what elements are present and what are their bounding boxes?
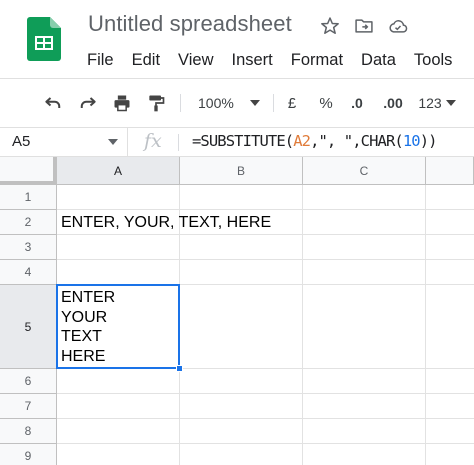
menu-view[interactable]: View [169,48,222,72]
formula-divider [178,134,179,151]
row-header-5[interactable]: 5 [0,285,57,369]
formula-token-plain: )) [419,132,438,150]
sheet-row[interactable] [57,185,474,210]
sheet-row[interactable] [57,394,474,419]
paint-format-icon[interactable] [143,91,169,115]
row-header-4[interactable]: 4 [0,260,57,285]
chevron-down-icon [249,100,260,106]
undo-icon[interactable] [40,91,66,115]
formula-token-ref: A2 [293,132,311,150]
menu-edit[interactable]: Edit [123,48,169,72]
formula-token-plain: ,", ",CHAR( [310,132,404,150]
name-box-value: A5 [12,133,31,150]
sheet-row[interactable] [57,260,474,285]
decrease-decimals-label: .0 [351,95,363,111]
sheet-row[interactable] [57,235,474,260]
row-header-7[interactable]: 7 [0,394,57,419]
menu-tools[interactable]: Tools [405,48,462,72]
sheet-row[interactable] [57,419,474,444]
document-title[interactable]: Untitled spreadsheet [88,11,292,37]
more-formats-label: 123 [418,95,442,111]
more-formats-select[interactable]: 123 [414,91,460,115]
move-to-folder-icon[interactable] [352,14,376,38]
row-header-6[interactable]: 6 [0,369,57,394]
formula-token-num: 10 [402,132,421,150]
star-icon[interactable] [318,14,342,38]
zoom-value: 100% [198,95,234,111]
cloud-status-icon[interactable] [386,14,410,38]
sheets-logo-icon[interactable] [27,17,61,61]
column-header-next[interactable] [426,157,474,185]
select-all-corner[interactable] [0,157,57,185]
toolbar: 100% £ % .0 .00 123 [0,78,474,127]
fx-icon: fx [144,130,162,152]
sheet-row[interactable] [57,444,474,465]
sheet-grid: A B C 1 2 3 4 5 6 7 8 9 ENTER, YOUR, TEXT, HERE ENTER… [0,157,474,465]
formula-input[interactable]: =SUBSTITUTE(A2,", ",CHAR(10)) [192,132,437,150]
formula-bar: A5 fx =SUBSTITUTE(A2,", ",CHAR(10)) [0,127,474,157]
toolbar-divider [180,94,181,112]
redo-icon[interactable] [75,91,101,115]
menu-bar: File Edit View Insert Format Data Tools [78,48,461,72]
column-header-a[interactable]: A [57,157,180,185]
menu-insert[interactable]: Insert [223,48,282,72]
sheet-row[interactable] [57,369,474,394]
row-header-8[interactable]: 8 [0,419,57,444]
chevron-down-icon [108,139,118,145]
fill-handle[interactable] [176,365,183,372]
toolbar-divider [273,94,274,112]
active-cell-outline [56,284,180,369]
decrease-decimals-button[interactable]: .0 [345,91,369,115]
chevron-down-icon [445,100,456,106]
increase-decimals-button[interactable]: .00 [379,91,407,115]
cell-a2[interactable]: ENTER, YOUR, TEXT, HERE [61,213,271,233]
menu-file[interactable]: File [78,48,123,72]
column-header-b[interactable]: B [180,157,303,185]
title-actions [318,14,410,38]
app-header: Untitled spreadsheet File Edit View Inse… [0,0,474,78]
currency-format-button[interactable]: £ [281,91,303,115]
percent-format-button[interactable]: % [315,91,337,115]
menu-format[interactable]: Format [282,48,352,72]
row-header-3[interactable]: 3 [0,235,57,260]
menu-data[interactable]: Data [352,48,405,72]
row-header-9[interactable]: 9 [0,444,57,465]
formula-token-plain: =SUBSTITUTE( [192,132,294,150]
row-header-2[interactable]: 2 [0,210,57,235]
print-icon[interactable] [109,91,135,115]
increase-decimals-label: .00 [383,95,403,111]
column-header-c[interactable]: C [303,157,426,185]
row-header-1[interactable]: 1 [0,185,57,210]
name-box[interactable]: A5 [0,128,128,156]
column-gridline [425,185,426,465]
column-gridline [302,185,303,465]
zoom-select[interactable]: 100% [190,91,266,115]
